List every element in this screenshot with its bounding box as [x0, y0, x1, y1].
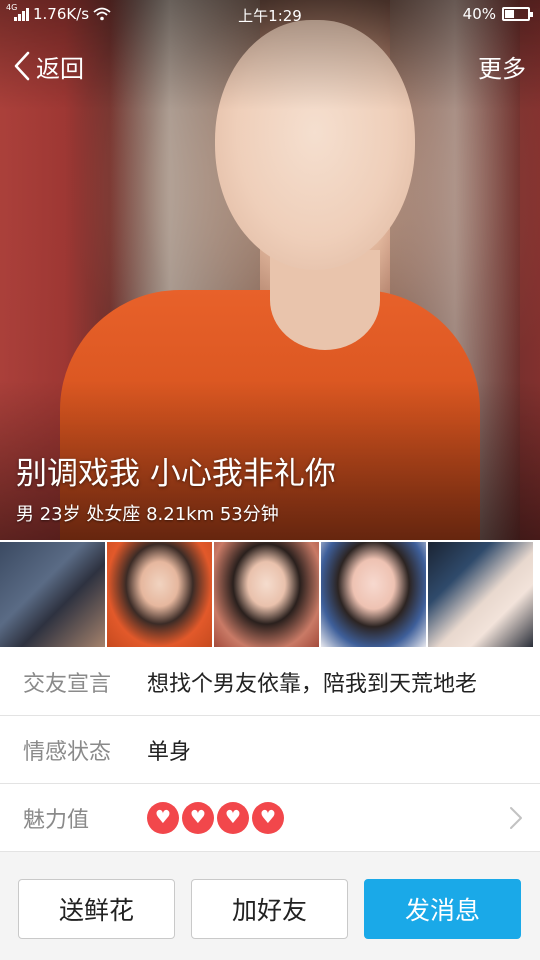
status-time: 上午1:29: [238, 7, 302, 25]
profile-meta: 男 23岁 处女座 8.21km 53分钟: [16, 504, 279, 525]
profile-info: 交友宣言 想找个男友依靠，陪我到天荒地老 情感状态 单身 魅力值 ♥ ♥ ♥ ♥: [0, 648, 540, 852]
info-value: 单身: [147, 739, 192, 765]
back-button[interactable]: 返回: [12, 48, 84, 84]
send-message-button[interactable]: 发消息: [364, 879, 521, 939]
photo-thumbnail[interactable]: [107, 542, 212, 647]
info-label: 情感状态: [23, 739, 112, 765]
status-right: 40%: [462, 5, 533, 23]
info-row-declaration: 交友宣言 想找个男友依靠，陪我到天荒地老: [0, 648, 540, 716]
info-label: 魅力值: [23, 807, 90, 833]
send-flower-button[interactable]: 送鲜花: [18, 879, 175, 939]
battery-icon: [502, 7, 533, 21]
back-label: 返回: [36, 54, 84, 83]
photo-thumbnail[interactable]: [0, 542, 105, 647]
profile-headline: 别调戏我 小心我非礼你: [16, 456, 336, 492]
battery-percent: 40%: [462, 5, 496, 23]
info-row-charm[interactable]: 魅力值 ♥ ♥ ♥ ♥: [0, 784, 540, 852]
more-button[interactable]: 更多: [478, 48, 526, 84]
info-value: 想找个男友依靠，陪我到天荒地老: [147, 671, 478, 697]
info-row-relationship: 情感状态 单身: [0, 716, 540, 784]
heart-icon: ♥: [217, 801, 249, 834]
photo-thumbnails: [0, 540, 540, 648]
heart-icon: ♥: [252, 801, 284, 834]
charm-hearts: ♥ ♥ ♥ ♥: [147, 801, 284, 834]
add-friend-button[interactable]: 加好友: [191, 879, 348, 939]
heart-icon: ♥: [147, 801, 179, 834]
heart-icon: ♥: [182, 801, 214, 834]
info-label: 交友宣言: [23, 671, 112, 697]
action-bar: 送鲜花 加好友 发消息: [0, 858, 540, 960]
chevron-right-icon[interactable]: [508, 806, 524, 830]
photo-thumbnail[interactable]: [214, 542, 319, 647]
photo-thumbnail[interactable]: [428, 542, 533, 647]
chevron-left-icon: [14, 51, 30, 81]
status-bar: 4G 1.76K/s 上午1:29 40%: [0, 0, 540, 30]
photo-thumbnail[interactable]: [321, 542, 426, 647]
battery-fill: [505, 10, 514, 18]
